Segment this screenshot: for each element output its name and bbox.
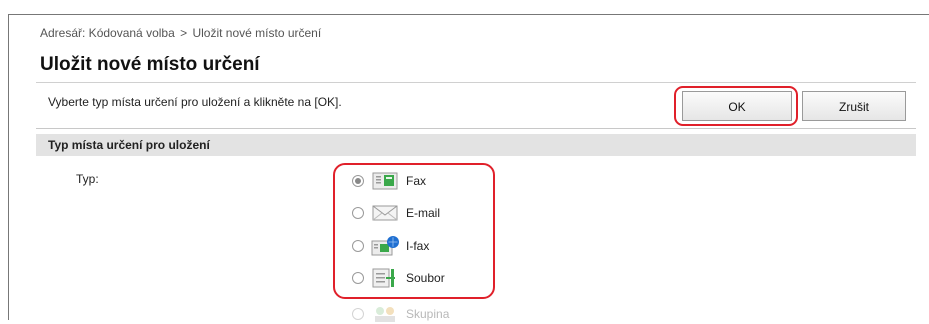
instruction-text: Vyberte typ místa určení pro uložení a k… bbox=[48, 95, 342, 109]
radio-group bbox=[352, 308, 364, 320]
breadcrumb: Adresář: Kódovaná volba > Uložit nové mí… bbox=[40, 26, 321, 40]
page-title: Uložit nové místo určení bbox=[40, 54, 260, 75]
type-option-group: Skupina bbox=[352, 304, 449, 324]
breadcrumb-item-address-book[interactable]: Adresář: Kódovaná volba bbox=[40, 26, 175, 40]
group-icon bbox=[370, 304, 400, 324]
window-left-border bbox=[8, 14, 9, 320]
window-top-border bbox=[8, 14, 929, 15]
section-header: Typ místa určení pro uložení bbox=[36, 134, 916, 156]
breadcrumb-separator: > bbox=[180, 26, 188, 40]
title-divider bbox=[36, 82, 916, 83]
breadcrumb-item-current: Uložit nové místo určení bbox=[192, 26, 322, 40]
ok-button-highlight bbox=[674, 86, 798, 126]
type-option-group-label: Skupina bbox=[406, 307, 450, 321]
cancel-button[interactable]: Zrušit bbox=[802, 91, 906, 121]
window: Adresář: Kódovaná volba > Uložit nové mí… bbox=[0, 0, 929, 322]
type-options-highlight bbox=[333, 163, 495, 299]
section-divider bbox=[36, 128, 916, 129]
type-field-label: Typ: bbox=[76, 172, 99, 186]
